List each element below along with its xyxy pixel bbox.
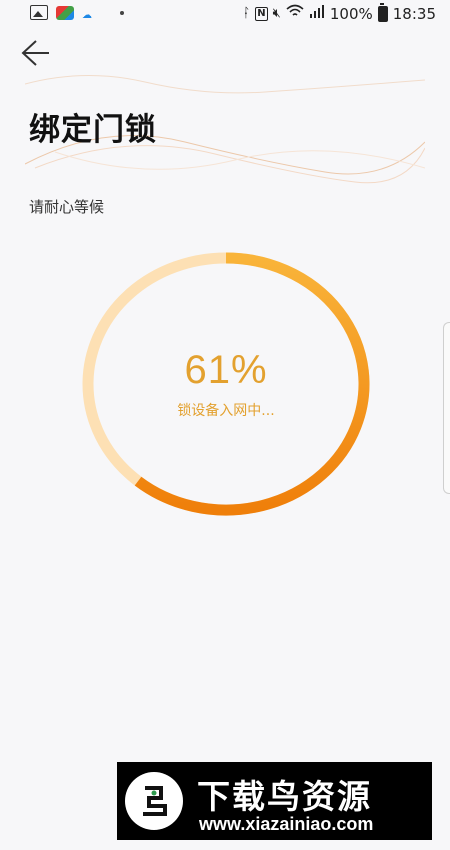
binding-progress-ring: 61% 锁设备入网中...: [80, 250, 372, 518]
status-right: ᛛ N 🔇︎ 100% 18:35: [242, 3, 436, 24]
watermark-title: 下载鸟资源: [197, 777, 372, 816]
bird-logo-icon: [143, 786, 167, 816]
status-bar: ☁ ᛛ N 🔇︎ 100% 18:35: [0, 0, 450, 28]
progress-percent: 61%: [184, 348, 268, 392]
back-button[interactable]: [18, 36, 58, 70]
edge-panel-handle[interactable]: [443, 322, 450, 494]
signal-icon: [309, 4, 325, 24]
clock: 18:35: [392, 5, 436, 23]
wait-hint: 请耐心等候: [29, 198, 105, 216]
status-left: ☁: [30, 5, 124, 21]
watermark-url: www.xiazainiao.com: [199, 814, 374, 834]
nfc-icon: N: [255, 7, 268, 21]
page-title: 绑定门锁: [29, 112, 157, 148]
more-notifications-dot-icon: [120, 10, 124, 15]
gallery-notification-icon: [30, 5, 48, 20]
watermark-banner: 下载鸟资源 www.xiazainiao.com: [117, 762, 432, 840]
watermark-logo: [125, 772, 183, 830]
cloud-app-notification-icon: ☁: [82, 9, 92, 21]
progress-status-text: 锁设备入网中...: [177, 403, 275, 419]
app-notification-icon: [56, 5, 74, 20]
mute-icon: 🔇︎: [272, 6, 281, 21]
battery-percent: 100%: [329, 5, 373, 23]
battery-icon: [377, 3, 388, 22]
bluetooth-icon: ᛛ: [242, 6, 251, 21]
back-arrow-icon: [21, 40, 49, 66]
wifi-icon: [286, 4, 304, 24]
